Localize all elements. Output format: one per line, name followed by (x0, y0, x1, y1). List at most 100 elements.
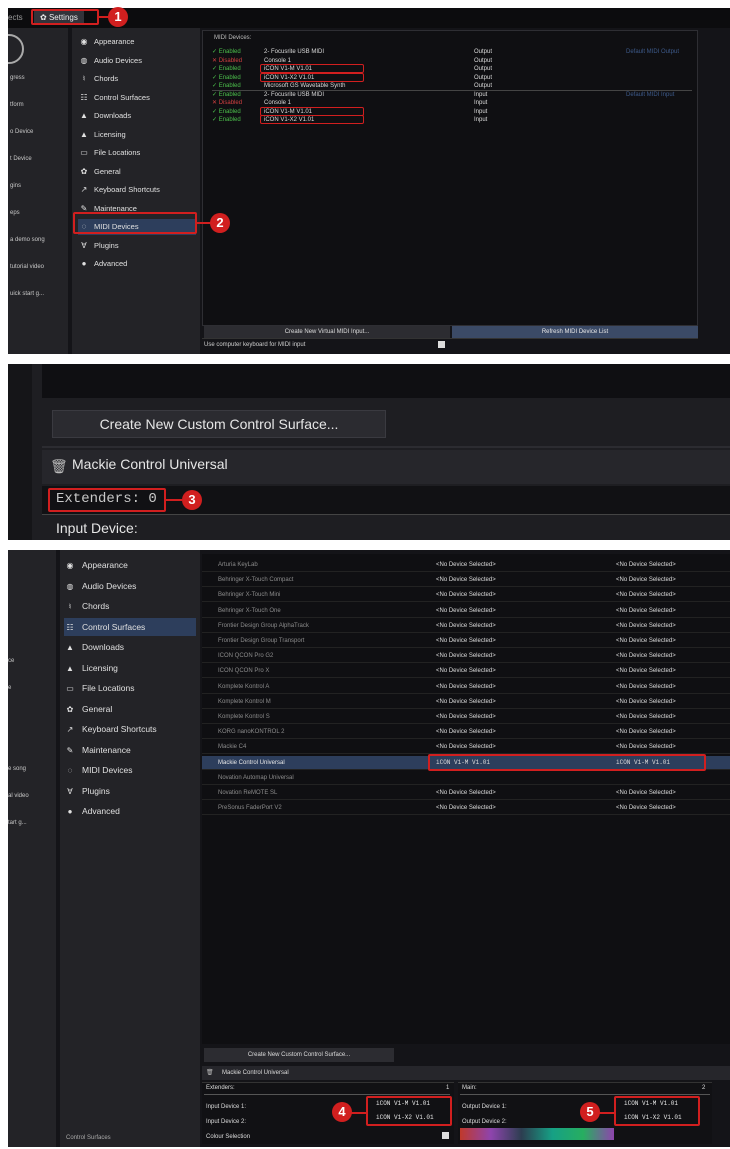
surface-row[interactable]: Frontier Design Group Transport <No Devic… (202, 634, 730, 648)
settings-menu-item[interactable]: ♮ Chords (64, 597, 196, 615)
sidebar-item[interactable]: t Device (10, 155, 32, 163)
surface-output-select[interactable]: <No Device Selected> (616, 743, 676, 751)
surface-input-select[interactable]: <No Device Selected> (436, 683, 496, 691)
sidebar-item[interactable]: e (8, 684, 11, 692)
device-status[interactable]: ✓ Enabled (212, 48, 241, 56)
settings-menu-item[interactable]: ☷ Control Surfaces (78, 90, 196, 106)
surface-row[interactable]: KORG nanoKONTROL 2 <No Device Selected> <N… (202, 725, 730, 740)
sidebar-item[interactable]: a demo song (10, 236, 45, 244)
surface-output-select[interactable]: <No Device Selected> (616, 713, 676, 721)
surface-row[interactable]: ICON QCON Pro X <No Device Selected> <No D… (202, 664, 730, 679)
device-status[interactable]: ✓ Enabled (212, 65, 241, 73)
main-value[interactable]: 2 (702, 1084, 705, 1092)
create-custom-surface-button-large[interactable]: Create New Custom Control Surface... (52, 410, 386, 438)
surface-input-select[interactable]: <No Device Selected> (436, 652, 496, 660)
colour-checkbox[interactable] (442, 1132, 449, 1139)
surface-output-select[interactable]: <No Device Selected> (616, 667, 676, 675)
surface-row[interactable]: Novation ReMOTE SL <No Device Selected> <N… (202, 786, 730, 800)
sidebar-item[interactable]: uick start g... (10, 290, 44, 298)
create-virtual-midi-button[interactable]: Create New Virtual MIDI Input... (204, 326, 450, 338)
settings-menu-item[interactable]: ◉ Appearance (78, 34, 196, 50)
sidebar-item[interactable]: e song (8, 765, 26, 773)
surface-row[interactable]: Behringer X-Touch Compact <No Device Sele… (202, 573, 730, 588)
surface-output-select[interactable]: <No Device Selected> (616, 804, 676, 812)
trash-icon[interactable]: 🗑 (50, 458, 68, 475)
surface-row[interactable]: Mackie Control Universal iCON V1-M V1.01 i… (202, 753, 730, 771)
surface-input-select[interactable]: <No Device Selected> (436, 743, 496, 751)
sidebar-item[interactable]: tform (10, 101, 24, 109)
settings-menu-item[interactable]: ∀ Plugins (64, 782, 196, 800)
settings-menu-item[interactable]: ▭ File Locations (78, 145, 196, 161)
sidebar-item[interactable]: tart g... (8, 819, 27, 827)
sidebar-item[interactable]: eps (10, 209, 20, 217)
surface-output-select[interactable]: <No Device Selected> (616, 622, 676, 630)
surface-output-select[interactable]: <No Device Selected> (616, 607, 676, 615)
device-status[interactable]: ✕ Disabled (212, 57, 242, 65)
colour-gradient[interactable] (460, 1128, 614, 1140)
surface-output-select[interactable]: <No Device Selected> (616, 728, 676, 736)
surface-output-select[interactable]: <No Device Selected> (616, 561, 676, 569)
settings-menu-item[interactable]: ✎ Maintenance (64, 741, 196, 759)
surface-row[interactable]: Mackie C4 <No Device Selected> <No Device … (202, 740, 730, 755)
settings-menu-item[interactable]: ◉ Appearance (64, 556, 196, 574)
settings-menu-item[interactable]: ☷ Control Surfaces (64, 617, 196, 636)
refresh-midi-button[interactable]: Refresh MIDI Device List (452, 326, 698, 338)
settings-menu-item[interactable]: ▲ Licensing (78, 127, 196, 143)
settings-menu-item[interactable]: ✿ General (78, 164, 196, 180)
create-custom-surface-button[interactable]: Create New Custom Control Surface... (204, 1048, 394, 1062)
device-status[interactable]: ✕ Disabled (212, 99, 242, 107)
sidebar-item[interactable]: gress (10, 74, 25, 82)
settings-menu-item[interactable]: ◍ Audio Devices (64, 577, 196, 595)
surface-input-select[interactable]: <No Device Selected> (436, 789, 496, 797)
sidebar-item[interactable]: al video (8, 792, 29, 800)
surface-row[interactable]: Komplete Kontrol M <No Device Selected> <N… (202, 695, 730, 709)
surface-input-select[interactable]: <No Device Selected> (436, 561, 496, 569)
surface-input-select[interactable]: <No Device Selected> (436, 576, 496, 584)
sidebar-item[interactable]: tutorial video (10, 263, 44, 271)
surface-input-select[interactable]: <No Device Selected> (436, 637, 496, 645)
settings-menu-item[interactable]: ● Advanced (64, 802, 196, 820)
settings-menu-item[interactable]: ↗ Keyboard Shortcuts (78, 182, 196, 198)
settings-menu-item[interactable]: ● Advanced (78, 256, 196, 272)
sidebar-item[interactable]: o Device (10, 128, 33, 136)
surface-row[interactable]: PreSonus FaderPort V2 <No Device Selected… (202, 801, 730, 816)
surface-output-select[interactable]: <No Device Selected> (616, 652, 676, 660)
surface-row[interactable]: Behringer X-Touch One <No Device Selected… (202, 604, 730, 618)
surface-output-select[interactable]: <No Device Selected> (616, 591, 676, 599)
device-status[interactable]: ✓ Enabled (212, 116, 241, 124)
surface-row[interactable]: Behringer X-Touch Mini <No Device Selecte… (202, 588, 730, 603)
settings-menu-item[interactable]: ▲ Downloads (78, 108, 196, 124)
surface-output-select[interactable]: <No Device Selected> (616, 698, 676, 706)
surface-row[interactable]: ICON QCON Pro G2 <No Device Selected> <No … (202, 649, 730, 664)
surface-row[interactable]: Komplete Kontrol A <No Device Selected> <N… (202, 680, 730, 694)
settings-menu-item[interactable]: ▲ Licensing (64, 659, 196, 677)
surface-row[interactable]: Novation Automap Universal (202, 771, 730, 785)
settings-menu-item[interactable]: ◌ MIDI Devices (64, 761, 196, 779)
settings-menu-item[interactable]: ∀ Plugins (78, 238, 196, 254)
surface-output-select[interactable]: <No Device Selected> (616, 576, 676, 584)
surface-output-select[interactable]: <No Device Selected> (616, 789, 676, 797)
device-status[interactable]: ✓ Enabled (212, 108, 241, 116)
surface-input-select[interactable]: <No Device Selected> (436, 728, 496, 736)
device-status[interactable]: ✓ Enabled (212, 82, 241, 90)
device-status[interactable]: ✓ Enabled (212, 91, 241, 99)
settings-menu-item[interactable]: ▲ Downloads (64, 638, 196, 656)
surface-input-select[interactable]: <No Device Selected> (436, 698, 496, 706)
settings-menu-item[interactable]: ▭ File Locations (64, 679, 196, 697)
trash-icon[interactable]: 🗑 (206, 1069, 214, 1077)
surface-output-select[interactable]: <No Device Selected> (616, 683, 676, 691)
sidebar-item[interactable]: ce (8, 657, 14, 665)
settings-menu-item[interactable]: ♮ Chords (78, 71, 196, 87)
settings-menu-item[interactable]: ✿ General (64, 700, 196, 718)
surface-input-select[interactable]: <No Device Selected> (436, 607, 496, 615)
settings-menu-item[interactable]: ◍ Audio Devices (78, 53, 196, 69)
use-keyboard-checkbox[interactable] (438, 341, 445, 348)
extenders-value[interactable]: 1 (446, 1084, 449, 1092)
sidebar-item[interactable]: gins (10, 182, 21, 190)
surface-input-select[interactable]: <No Device Selected> (436, 804, 496, 812)
surface-output-select[interactable]: <No Device Selected> (616, 637, 676, 645)
surface-input-select[interactable]: <No Device Selected> (436, 667, 496, 675)
surface-input-select[interactable]: <No Device Selected> (436, 622, 496, 630)
surface-input-select[interactable]: <No Device Selected> (436, 591, 496, 599)
settings-menu-item[interactable]: ↗ Keyboard Shortcuts (64, 720, 196, 738)
